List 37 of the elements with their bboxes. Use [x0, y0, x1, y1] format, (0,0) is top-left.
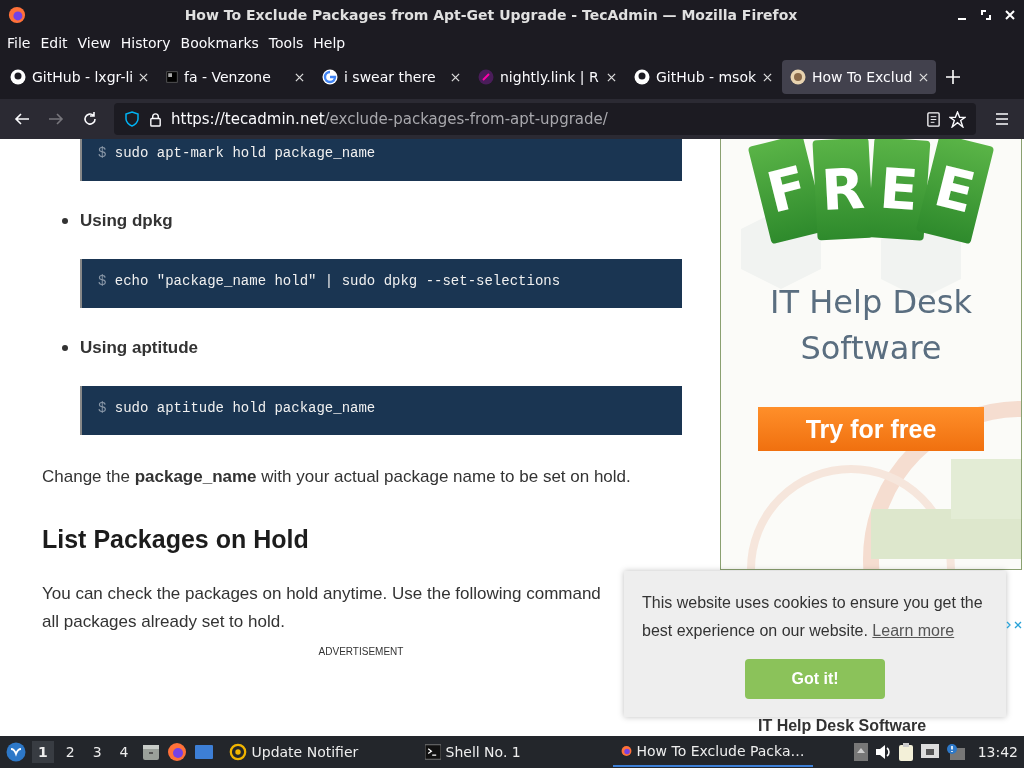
code-block: $ sudo apt-mark hold package_name	[80, 139, 682, 181]
ad-headline: IT Help Desk Software	[758, 717, 927, 735]
browser-tab[interactable]: i swear there	[314, 60, 468, 94]
browser-tab[interactable]: How To Exclud	[782, 60, 936, 94]
taskbar-button[interactable]: Update Notifier	[220, 737, 391, 767]
workspace-button[interactable]: 1	[32, 741, 54, 763]
menu-item[interactable]: View	[72, 34, 116, 51]
browser-tab[interactable]: GitHub - lxgr-li	[2, 60, 156, 94]
menu-item[interactable]: Tools	[263, 34, 309, 51]
browser-tab[interactable]: GitHub - msok	[626, 60, 780, 94]
workspace-button[interactable]: 4	[113, 741, 135, 763]
clock: 13:42	[977, 744, 1018, 760]
workspace-button[interactable]: 3	[86, 741, 108, 763]
browser-tab[interactable]: nightly.link | R	[470, 60, 624, 94]
workspace-button[interactable]: 2	[59, 741, 81, 763]
window-title: How To Exclude Packages from Apt-Get Upgrade - TecAdmin — Mozilla Firefox	[183, 7, 799, 23]
taskbar-button[interactable]: Shell No. 1	[416, 737, 607, 767]
taskbar-button[interactable]: How To Exclude Packa…	[612, 737, 813, 767]
menu-item[interactable]: File	[2, 34, 36, 51]
menu-item[interactable]: History	[115, 34, 176, 51]
paragraph: Change the package_name with your actual package name to be set on hold.	[42, 467, 631, 487]
list-item: Using aptitude	[80, 338, 199, 358]
ad-headline: IT Help Desk Software	[769, 282, 973, 369]
menu-item[interactable]: Edit	[35, 34, 73, 51]
learn-more-link[interactable]: Learn more	[872, 622, 955, 639]
code-block: $ sudo aptitude hold package_name	[80, 386, 682, 435]
address-bar[interactable]: https://tecadmin.net/exclude-packages-from-apt-upgrade/	[114, 103, 976, 135]
list-item: Using dpkg	[80, 211, 173, 231]
section-heading: List Packages on Hold	[42, 525, 310, 554]
cookie-message: This website uses cookies to ensure you get the best experience on our website. Learn more	[642, 593, 984, 641]
paragraph: You can check the packages on hold anytime. Use the following command	[42, 584, 601, 604]
code-block: $ echo "package_name hold" | sudo dpkg --set-selections	[80, 259, 682, 308]
paragraph: all packages already set to hold.	[42, 612, 285, 632]
menu-item[interactable]: Bookmarks	[175, 34, 264, 51]
advertisement-label: ADVERTISEMENT	[317, 646, 405, 657]
browser-tab[interactable]: fa - Venzone	[158, 60, 312, 94]
menu-item[interactable]: Help	[308, 34, 351, 51]
